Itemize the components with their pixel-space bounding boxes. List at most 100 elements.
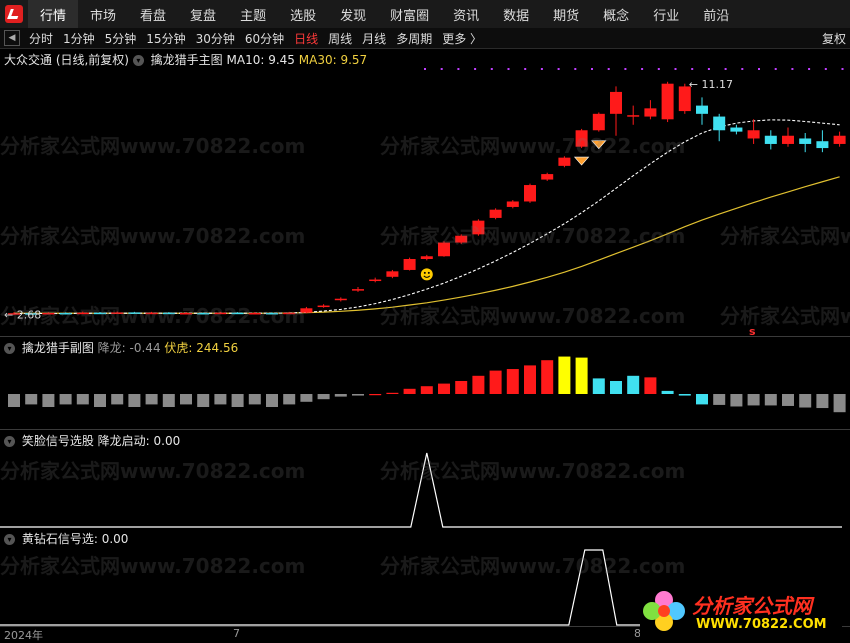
- top-dot-marker: [657, 68, 660, 70]
- sub-bar: [730, 394, 743, 407]
- candle-body: [610, 91, 622, 114]
- period-tab-3[interactable]: 15分钟: [141, 30, 190, 47]
- watermark-text: 分析家公式网www.70822.com: [380, 224, 686, 248]
- sub-indicator-name[interactable]: 擒龙猎手副图: [22, 341, 94, 355]
- sub-bar: [94, 394, 106, 407]
- period-tab-1[interactable]: 1分钟: [58, 30, 100, 47]
- sub-bar: [541, 360, 554, 394]
- menu-item-6[interactable]: 发现: [328, 0, 378, 28]
- watermark-text: 分析家公式网www.70822.com: [720, 224, 850, 248]
- watermark-text: 分析家公式网www.70822.com: [720, 304, 850, 328]
- candle-body: [730, 127, 743, 132]
- sub-bar: [317, 394, 330, 400]
- menu-item-13[interactable]: 前沿: [691, 0, 741, 28]
- candle-body: [661, 83, 674, 120]
- sub-bar: [438, 383, 450, 394]
- watermark-text: 分析家公式网www.70822.com: [380, 304, 686, 328]
- top-dot-marker: [758, 68, 760, 70]
- menu-item-10[interactable]: 期货: [541, 0, 591, 28]
- period-tab-10[interactable]: 更多 〉: [437, 30, 487, 47]
- candle-body: [592, 113, 605, 131]
- period-tab-6[interactable]: 日线: [289, 30, 323, 47]
- sub-bar: [696, 394, 708, 405]
- sub-bar: [352, 394, 364, 396]
- menu-item-12[interactable]: 行业: [641, 0, 691, 28]
- top-dot-marker: [591, 68, 593, 70]
- sub-bar: [575, 357, 588, 394]
- candle-body: [713, 116, 726, 131]
- top-dot-marker: [791, 68, 794, 70]
- menu-item-9[interactable]: 数据: [491, 0, 541, 28]
- sub-bar: [713, 394, 726, 405]
- smile-eye-icon: [423, 271, 426, 274]
- top-dot-marker: [724, 68, 727, 70]
- back-arrow-icon[interactable]: ◀: [4, 30, 20, 46]
- menu-item-8[interactable]: 资讯: [441, 0, 491, 28]
- sub-bar: [764, 394, 777, 406]
- candle-body: [747, 130, 760, 139]
- top-dot-marker: [457, 68, 460, 70]
- sub-bar: [42, 394, 55, 407]
- sub-bar: [386, 392, 399, 394]
- period-tab-9[interactable]: 多周期: [391, 30, 437, 47]
- candle-body: [317, 305, 330, 308]
- candle-body: [524, 185, 536, 202]
- app-logo[interactable]: [0, 0, 28, 28]
- menu-item-11[interactable]: 概念: [591, 0, 641, 28]
- sub-bar: [506, 369, 519, 394]
- logo-icon: [5, 5, 23, 23]
- period-toolbar: ◀ 分时 1分钟 5分钟 15分钟 30分钟 60分钟 日线 周线 月线 多周期 更多 〉 复权: [0, 28, 850, 49]
- period-tab-0[interactable]: 分时: [24, 30, 58, 47]
- sub-bar: [472, 375, 485, 394]
- sub-bar: [747, 394, 760, 406]
- candle-body: [696, 105, 708, 114]
- menu-item-4[interactable]: 主题: [228, 0, 278, 28]
- menu-item-2[interactable]: 看盘: [128, 0, 178, 28]
- menu-item-5[interactable]: 选股: [278, 0, 328, 28]
- menu-item-1[interactable]: 市场: [78, 0, 128, 28]
- sub-bar: [266, 394, 278, 407]
- sub-bar: [627, 375, 640, 394]
- sub-bar: [214, 394, 227, 405]
- candle-body: [420, 256, 433, 259]
- sub-bar: [524, 365, 536, 394]
- sub-bar-chart[interactable]: [0, 354, 850, 428]
- top-dot-marker: [808, 68, 811, 70]
- brand-logo: 分析家公式网 WWW.70822.COM: [640, 586, 842, 636]
- top-dot-marker: [824, 68, 827, 70]
- top-dot-marker: [774, 68, 777, 70]
- jianglong-value: 降龙: -0.44: [97, 341, 161, 355]
- period-tab-5[interactable]: 60分钟: [240, 30, 289, 47]
- candle-body: [352, 289, 364, 291]
- period-tab-2[interactable]: 5分钟: [100, 30, 142, 47]
- candlestick-chart[interactable]: ← 11.17← 2.68s: [0, 64, 850, 336]
- sub-bar: [162, 394, 175, 407]
- candle-body: [644, 108, 657, 117]
- watermark-text: 分析家公式网www.70822.com: [380, 459, 686, 483]
- restore-rights-button[interactable]: 复权: [822, 30, 846, 47]
- candle-body: [799, 138, 812, 144]
- period-tab-8[interactable]: 月线: [357, 30, 391, 47]
- top-dot-marker: [707, 68, 710, 70]
- sub-bar: [403, 388, 416, 394]
- menu-item-3[interactable]: 复盘: [178, 0, 228, 28]
- xaxis-label-year: 2024年: [4, 629, 43, 642]
- menu-item-0[interactable]: 行情: [28, 0, 79, 28]
- candle-body: [782, 135, 794, 144]
- top-dot-marker: [691, 68, 694, 70]
- sub-bar: [420, 386, 433, 394]
- top-dot-marker: [424, 68, 426, 70]
- watermark-text: 分析家公式网www.70822.com: [380, 134, 686, 158]
- sub-bar: [558, 356, 571, 394]
- chevron-down-icon[interactable]: ▾: [4, 343, 15, 354]
- menu-item-7[interactable]: 财富圈: [378, 0, 441, 28]
- xaxis-label-july: 7: [233, 627, 240, 640]
- top-dot-marker: [490, 68, 493, 70]
- candle-body: [833, 135, 846, 144]
- watermark-text: 分析家公式网www.70822.com: [0, 459, 306, 483]
- sub-bar: [782, 394, 794, 406]
- candle-body: [386, 271, 399, 277]
- period-tab-4[interactable]: 30分钟: [191, 30, 240, 47]
- sub-bar: [799, 394, 812, 408]
- period-tab-7[interactable]: 周线: [323, 30, 357, 47]
